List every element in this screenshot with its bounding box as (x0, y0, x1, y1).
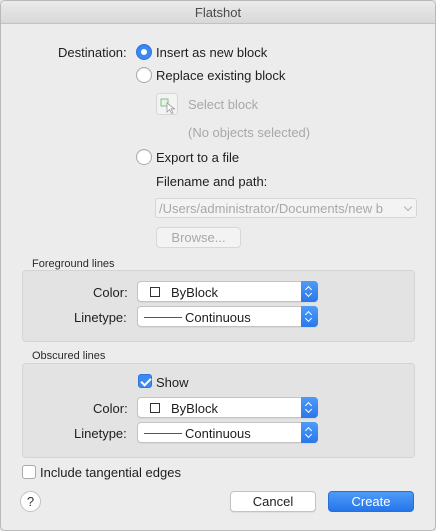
insert-new-block-radio[interactable] (136, 44, 152, 60)
foreground-linetype-label: Linetype: (74, 310, 127, 325)
obscured-color-popup[interactable]: ByBlock (137, 397, 318, 418)
include-tangential-edges-checkbox[interactable] (22, 465, 36, 479)
obscured-color-value: ByBlock (171, 401, 218, 416)
show-obscured-checkbox[interactable] (138, 374, 152, 388)
no-objects-selected-label: (No objects selected) (188, 125, 311, 140)
show-obscured-label[interactable]: Show (156, 375, 189, 390)
foreground-lines-title: Foreground lines (32, 258, 115, 270)
select-block-icon (156, 93, 178, 115)
filename-path-combo[interactable]: /Users/administrator/Documents/new b (155, 198, 417, 218)
color-swatch-icon (150, 403, 160, 413)
obscured-linetype-popup[interactable]: Continuous (137, 422, 318, 443)
create-button[interactable]: Create (328, 491, 414, 512)
browse-button[interactable]: Browse... (156, 227, 241, 248)
color-swatch-icon (150, 287, 160, 297)
flatshot-dialog: Flatshot Destination: Insert as new bloc… (0, 0, 436, 531)
cancel-button[interactable]: Cancel (230, 491, 316, 512)
obscured-color-label: Color: (93, 401, 128, 416)
replace-existing-block-label[interactable]: Replace existing block (156, 68, 285, 83)
linetype-sample-icon (144, 317, 182, 318)
foreground-color-popup[interactable]: ByBlock (137, 281, 318, 302)
window-title: Flatshot (1, 1, 435, 24)
linetype-sample-icon (144, 433, 182, 434)
filename-path-value: /Users/administrator/Documents/new b (159, 201, 383, 216)
help-button[interactable]: ? (20, 491, 41, 512)
replace-existing-block-radio[interactable] (136, 67, 152, 83)
export-to-file-label[interactable]: Export to a file (156, 150, 239, 165)
stepper-icon (301, 397, 318, 418)
stepper-icon (301, 422, 318, 443)
include-tangential-edges-label[interactable]: Include tangential edges (40, 465, 181, 480)
stepper-icon (301, 306, 318, 327)
foreground-color-label: Color: (93, 285, 128, 300)
obscured-linetype-label: Linetype: (74, 426, 127, 441)
insert-new-block-label[interactable]: Insert as new block (156, 45, 267, 60)
export-to-file-radio[interactable] (136, 149, 152, 165)
obscured-linetype-value: Continuous (185, 426, 251, 441)
destination-label: Destination: (58, 45, 127, 60)
filename-and-path-label: Filename and path: (156, 174, 268, 189)
chevron-down-icon (403, 202, 413, 212)
foreground-linetype-value: Continuous (185, 310, 251, 325)
select-block-label: Select block (188, 97, 259, 112)
foreground-color-value: ByBlock (171, 285, 218, 300)
foreground-linetype-popup[interactable]: Continuous (137, 306, 318, 327)
stepper-icon (301, 281, 318, 302)
obscured-lines-title: Obscured lines (32, 350, 106, 362)
